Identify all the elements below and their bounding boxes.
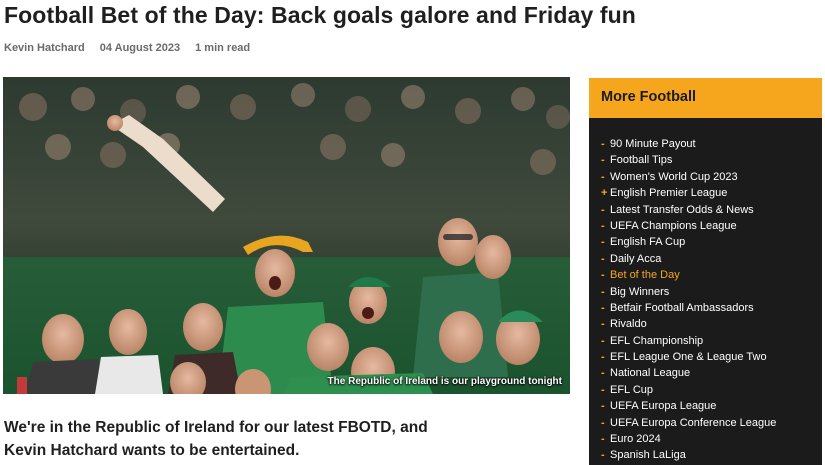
sidebar-item-women-s-world-cup-2023[interactable]: - Women's World Cup 2023 xyxy=(589,169,822,185)
sidebar-item-english-fa-cup[interactable]: - English FA Cup xyxy=(589,234,822,250)
sidebar-title: More Football xyxy=(589,78,822,118)
bullet-dash-icon: - xyxy=(601,334,605,347)
bullet-dash-icon: - xyxy=(601,269,605,282)
sidebar-item-rivaldo[interactable]: - Rivaldo xyxy=(589,316,822,332)
article-byline: Kevin Hatchard 04 August 2023 1 min read xyxy=(4,42,262,54)
bullet-dash-icon: - xyxy=(601,416,605,429)
sidebar-item-label: English FA Cup xyxy=(610,236,686,249)
bullet-dash-icon: - xyxy=(601,351,605,364)
sidebar-item-label: Women's World Cup 2023 xyxy=(610,170,738,183)
sidebar-item-label: National League xyxy=(610,367,691,380)
sidebar-item-label: UEFA Europa League xyxy=(610,400,717,413)
bullet-dash-icon: - xyxy=(601,138,605,150)
sidebar-item-spanish-laliga[interactable]: - Spanish LaLiga xyxy=(589,447,822,463)
sidebar-item-big-winners[interactable]: - Big Winners xyxy=(589,284,822,300)
sidebar-item-euro-2024[interactable]: - Euro 2024 xyxy=(589,431,822,447)
sidebar-item-label: Betfair Football Ambassadors xyxy=(610,301,754,314)
sidebar-nav-list: -90 Minute Payout - Football Tips - Women's … xyxy=(589,118,822,464)
bullet-dash-icon: - xyxy=(601,318,605,331)
bullet-dash-icon: - xyxy=(601,383,605,396)
sidebar-item-uefa-champions-league[interactable]: - UEFA Champions League xyxy=(589,218,822,234)
bullet-dash-icon: - xyxy=(601,367,605,380)
sidebar-item-uefa-europa-conference-league[interactable]: - UEFA Europa Conference League xyxy=(589,415,822,431)
sidebar-item-uefa-europa-league[interactable]: - UEFA Europa League xyxy=(589,398,822,414)
article-title: Football Bet of the Day: Back goals galo… xyxy=(4,2,636,28)
sidebar-item-label: EFL League One & League Two xyxy=(610,351,767,364)
bullet-dash-icon: - xyxy=(601,449,605,462)
sidebar-item-efl-championship[interactable]: - EFL Championship xyxy=(589,333,822,349)
sidebar-item-latest-transfer-odds-news[interactable]: - Latest Transfer Odds & News xyxy=(589,202,822,218)
crowd-photo-illustration xyxy=(3,77,570,394)
sidebar-item-label: Rivaldo xyxy=(610,318,647,331)
bullet-dash-icon: - xyxy=(601,203,605,216)
bullet-dash-icon: - xyxy=(601,252,605,265)
sidebar-item-label: EFL Championship xyxy=(610,334,704,347)
more-football-sidebar: More Football -90 Minute Payout - Football… xyxy=(589,78,822,465)
bullet-dash-icon: - xyxy=(601,301,605,314)
sidebar-item-efl-cup[interactable]: - EFL Cup xyxy=(589,382,822,398)
sidebar-item-label: UEFA Champions League xyxy=(610,219,737,232)
read-time: 1 min read xyxy=(195,42,251,54)
sidebar-item-label: Euro 2024 xyxy=(610,433,661,446)
bullet-dash-icon: - xyxy=(601,154,605,167)
article-standfirst: We're in the Republic of Ireland for our… xyxy=(4,416,564,462)
hero-image: The Republic of Ireland is our playgroun… xyxy=(3,77,570,394)
bullet-dash-icon: - xyxy=(601,170,605,183)
sidebar-item-90-minute-payout[interactable]: -90 Minute Payout xyxy=(589,136,822,152)
sidebar-item-english-premier-league[interactable]: + English Premier League xyxy=(589,185,822,201)
sidebar-item-efl-league-one-league-two[interactable]: - EFL League One & League Two xyxy=(589,349,822,365)
sidebar-item-label: Daily Acca xyxy=(610,252,662,265)
sidebar-item-label: 90 Minute Payout xyxy=(610,138,696,150)
sidebar-item-label: Spanish LaLiga xyxy=(610,449,686,462)
sidebar-item-label: English Premier League xyxy=(610,187,728,200)
sidebar-item-national-league[interactable]: - National League xyxy=(589,365,822,381)
bullet-dash-icon: - xyxy=(601,433,605,446)
sidebar-item-betfair-football-ambassadors[interactable]: - Betfair Football Ambassadors xyxy=(589,300,822,316)
bullet-dash-icon: - xyxy=(601,285,605,298)
sidebar-item-label: Big Winners xyxy=(610,285,670,298)
author-link[interactable]: Kevin Hatchard xyxy=(4,42,85,54)
sidebar-item-label: Bet of the Day xyxy=(610,269,680,282)
sidebar-item-label: UEFA Europa Conference League xyxy=(610,416,777,429)
bullet-dash-icon: - xyxy=(601,400,605,413)
sidebar-item-label: EFL Cup xyxy=(610,383,654,396)
bullet-dash-icon: - xyxy=(601,219,605,232)
sidebar-item-label: Latest Transfer Odds & News xyxy=(610,203,754,216)
standfirst-line: We're in the Republic of Ireland for our… xyxy=(4,419,428,436)
sidebar-item-label: Football Tips xyxy=(610,154,673,167)
expand-plus-icon[interactable]: + xyxy=(601,185,607,201)
standfirst-line: Kevin Hatchard wants to be entertained. xyxy=(4,442,300,459)
publish-date: 04 August 2023 xyxy=(99,42,181,54)
bullet-dash-icon: - xyxy=(601,236,605,249)
image-caption: The Republic of Ireland is our playgroun… xyxy=(327,376,562,387)
sidebar-item-football-tips[interactable]: - Football Tips xyxy=(589,152,822,168)
sidebar-item-daily-acca[interactable]: - Daily Acca xyxy=(589,251,822,267)
sidebar-item-bet-of-the-day[interactable]: - Bet of the Day xyxy=(589,267,822,283)
